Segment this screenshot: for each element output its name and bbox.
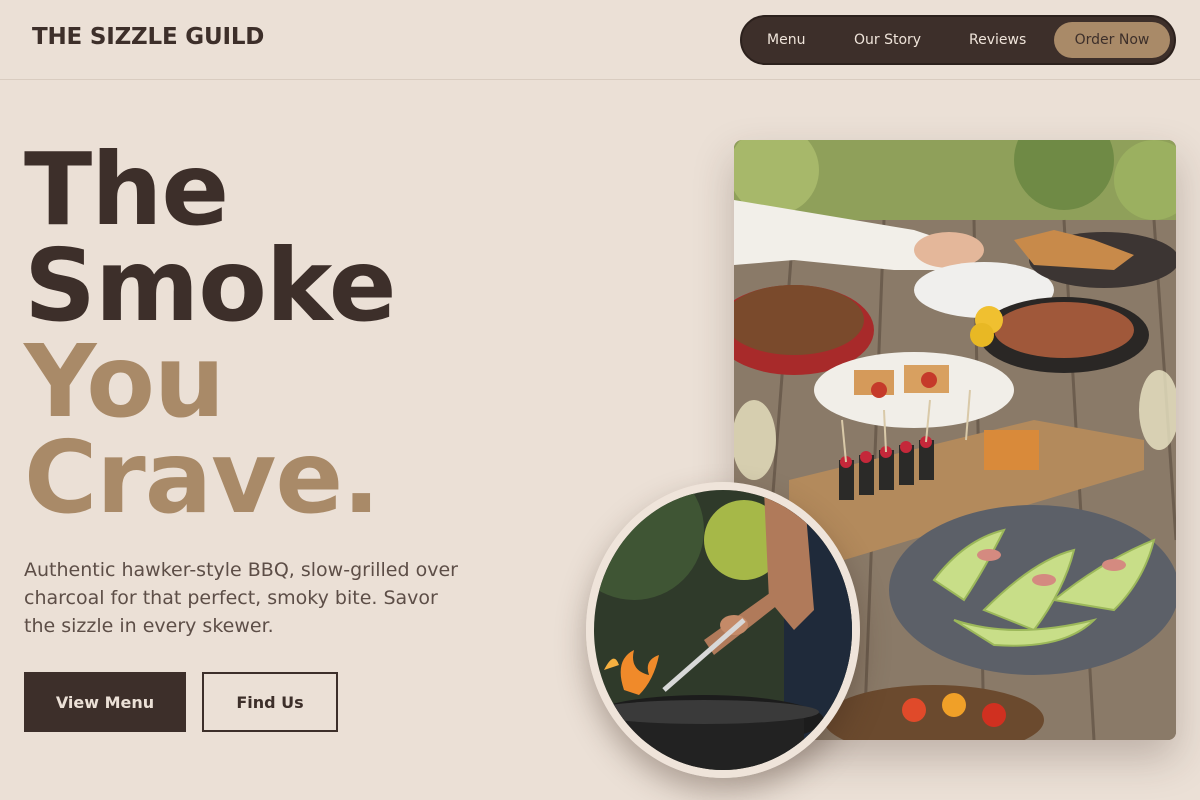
view-menu-button[interactable]: View Menu	[24, 672, 186, 732]
headline-line-4: Crave.	[24, 419, 380, 536]
nav-reviews-link[interactable]: Reviews	[969, 17, 1026, 63]
site-header: THE SIZZLE GUILD Menu Our Story Reviews …	[0, 0, 1200, 80]
nav-menu-link[interactable]: Menu	[767, 17, 805, 63]
headline-line-1: The	[24, 131, 229, 248]
grill-image	[586, 482, 860, 778]
order-now-button[interactable]: Order Now	[1054, 22, 1170, 58]
main-nav: Menu Our Story Reviews Order Now	[740, 15, 1176, 65]
brand-logo[interactable]: THE SIZZLE GUILD	[32, 24, 264, 50]
hero-subtitle: Authentic hawker-style BBQ, slow-grilled…	[24, 559, 458, 637]
hero-headline: The Smoke You Crave.	[24, 131, 397, 536]
headline-line-3: You	[24, 323, 225, 440]
nav-our-story-link[interactable]: Our Story	[854, 17, 921, 63]
find-us-button[interactable]: Find Us	[202, 672, 338, 732]
headline-line-2: Smoke	[24, 227, 397, 344]
